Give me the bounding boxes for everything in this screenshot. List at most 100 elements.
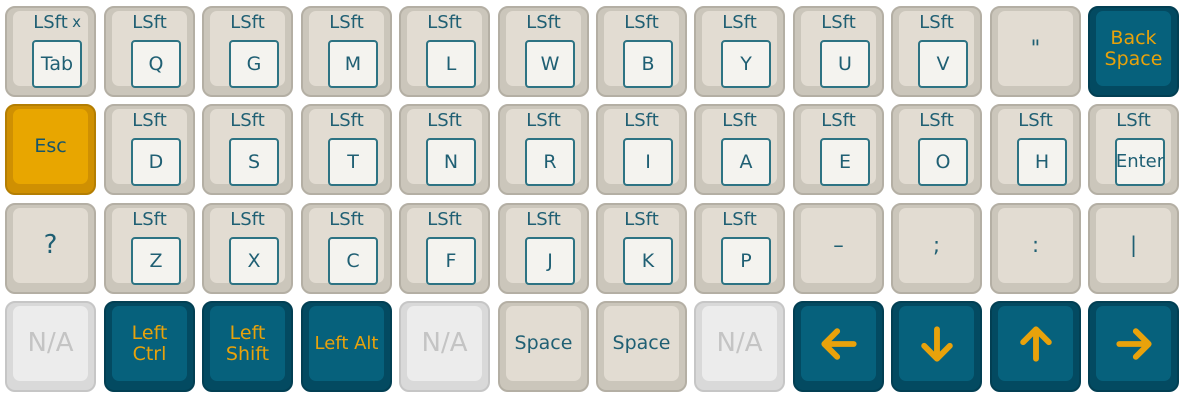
hold-label: LSft — [230, 12, 265, 33]
key-left-alt[interactable]: Left Alt — [301, 301, 392, 392]
key-c[interactable]: LSft C — [301, 203, 392, 294]
tap-legend: M — [328, 40, 378, 88]
key-question[interactable]: ? — [5, 203, 96, 294]
key-z[interactable]: LSft Z — [104, 203, 195, 294]
tap-legend: R — [525, 138, 575, 186]
key-w[interactable]: LSft W — [498, 6, 589, 97]
key-na[interactable]: N/A — [399, 301, 490, 392]
hold-label: LSft — [526, 209, 561, 230]
tap-legend: X — [229, 237, 279, 285]
key-q[interactable]: LSft Q — [104, 6, 195, 97]
key-semicolon[interactable]: ; — [891, 203, 982, 294]
tap-legend: H — [1017, 138, 1067, 186]
hold-label: LSft — [1116, 110, 1151, 131]
hold-label: LSft — [329, 12, 364, 33]
key-s[interactable]: LSft S — [202, 104, 293, 195]
tap-legend: I — [623, 138, 673, 186]
tap-legend: Tab — [32, 40, 82, 88]
key-space[interactable]: Space — [596, 301, 687, 392]
keyboard-layout: LSft x Tab LSft Q LSft G LSft M LSft L L… — [0, 0, 1188, 401]
arrow-down-icon — [920, 325, 953, 362]
hold-label: LSft — [427, 110, 462, 131]
key-left-shift[interactable]: Left Shift — [202, 301, 293, 392]
key-left-ctrl[interactable]: Left Ctrl — [104, 301, 195, 392]
key-arrow-right[interactable] — [1088, 301, 1179, 392]
hold-label: LSft — [722, 12, 757, 33]
key-legend: ; — [932, 232, 941, 257]
key-arrow-up[interactable] — [990, 301, 1081, 392]
key-i[interactable]: LSft I — [596, 104, 687, 195]
key-d[interactable]: LSft D — [104, 104, 195, 195]
key-esc[interactable]: Esc — [5, 104, 96, 195]
key-t[interactable]: LSft T — [301, 104, 392, 195]
key-legend: N/A — [27, 328, 74, 359]
key-arrow-left[interactable] — [793, 301, 884, 392]
key-m[interactable]: LSft M — [301, 6, 392, 97]
hold-label: LSft — [329, 209, 364, 230]
tap-legend: Q — [131, 40, 181, 88]
key-u[interactable]: LSft U — [793, 6, 884, 97]
hold-label: LSft — [1018, 110, 1053, 131]
tap-legend: J — [525, 237, 575, 285]
key-double-quote[interactable]: " — [990, 6, 1081, 97]
hold-label: LSft — [329, 110, 364, 131]
remove-mark[interactable]: x — [72, 14, 81, 31]
tap-legend: O — [918, 138, 968, 186]
key-k[interactable]: LSft K — [596, 203, 687, 294]
key-r[interactable]: LSft R — [498, 104, 589, 195]
hold-label: LSft — [624, 209, 659, 230]
key-legend: Left Shift — [225, 321, 270, 365]
key-legend: Space — [612, 332, 671, 355]
key-legend: N/A — [716, 328, 763, 359]
key-na[interactable]: N/A — [5, 301, 96, 392]
hold-label: LSft — [526, 110, 561, 131]
key-space[interactable]: Space — [498, 301, 589, 392]
tap-legend: C — [328, 237, 378, 285]
key-b[interactable]: LSft B — [596, 6, 687, 97]
hold-label: LSft — [526, 12, 561, 33]
key-h[interactable]: LSft H — [990, 104, 1081, 195]
tap-legend: Z — [131, 237, 181, 285]
tap-legend: P — [721, 237, 771, 285]
key-arrow-down[interactable] — [891, 301, 982, 392]
tap-legend: S — [229, 138, 279, 186]
tap-legend: N — [426, 138, 476, 186]
tap-legend: A — [721, 138, 771, 186]
key-a[interactable]: LSft A — [694, 104, 785, 195]
hold-label: LSft — [919, 12, 954, 33]
tap-legend: F — [426, 237, 476, 285]
hold-label: LSft — [427, 12, 462, 33]
key-na[interactable]: N/A — [694, 301, 785, 392]
key-g[interactable]: LSft G — [202, 6, 293, 97]
hold-label: LSft — [722, 110, 757, 131]
key-n[interactable]: LSft N — [399, 104, 490, 195]
tap-legend: T — [328, 138, 378, 186]
key-j[interactable]: LSft J — [498, 203, 589, 294]
key-f[interactable]: LSft F — [399, 203, 490, 294]
key-p[interactable]: LSft P — [694, 203, 785, 294]
key-tab[interactable]: LSft x Tab — [5, 6, 96, 97]
hold-label: LSft — [821, 12, 856, 33]
hold-label: LSft — [132, 110, 167, 131]
key-pipe[interactable]: | — [1088, 203, 1179, 294]
tap-legend: D — [131, 138, 181, 186]
key-l[interactable]: LSft L — [399, 6, 490, 97]
tap-legend: B — [623, 40, 673, 88]
key-o[interactable]: LSft O — [891, 104, 982, 195]
key-v[interactable]: LSft V — [891, 6, 982, 97]
key-legend: | — [1129, 232, 1138, 257]
hold-label: LSft — [132, 209, 167, 230]
key-enter[interactable]: LSft Enter — [1088, 104, 1179, 195]
key-legend: " — [1030, 35, 1041, 60]
tap-legend: E — [820, 138, 870, 186]
key-legend: : — [1031, 232, 1040, 257]
tap-legend: L — [426, 40, 476, 88]
key-x[interactable]: LSft X — [202, 203, 293, 294]
key-e[interactable]: LSft E — [793, 104, 884, 195]
key-legend: Esc — [34, 135, 67, 158]
key-y[interactable]: LSft Y — [694, 6, 785, 97]
hold-label: LSft — [919, 110, 954, 131]
key-backspace[interactable]: Back Space — [1088, 6, 1179, 97]
key-colon[interactable]: : — [990, 203, 1081, 294]
key-dash[interactable]: – — [793, 203, 884, 294]
